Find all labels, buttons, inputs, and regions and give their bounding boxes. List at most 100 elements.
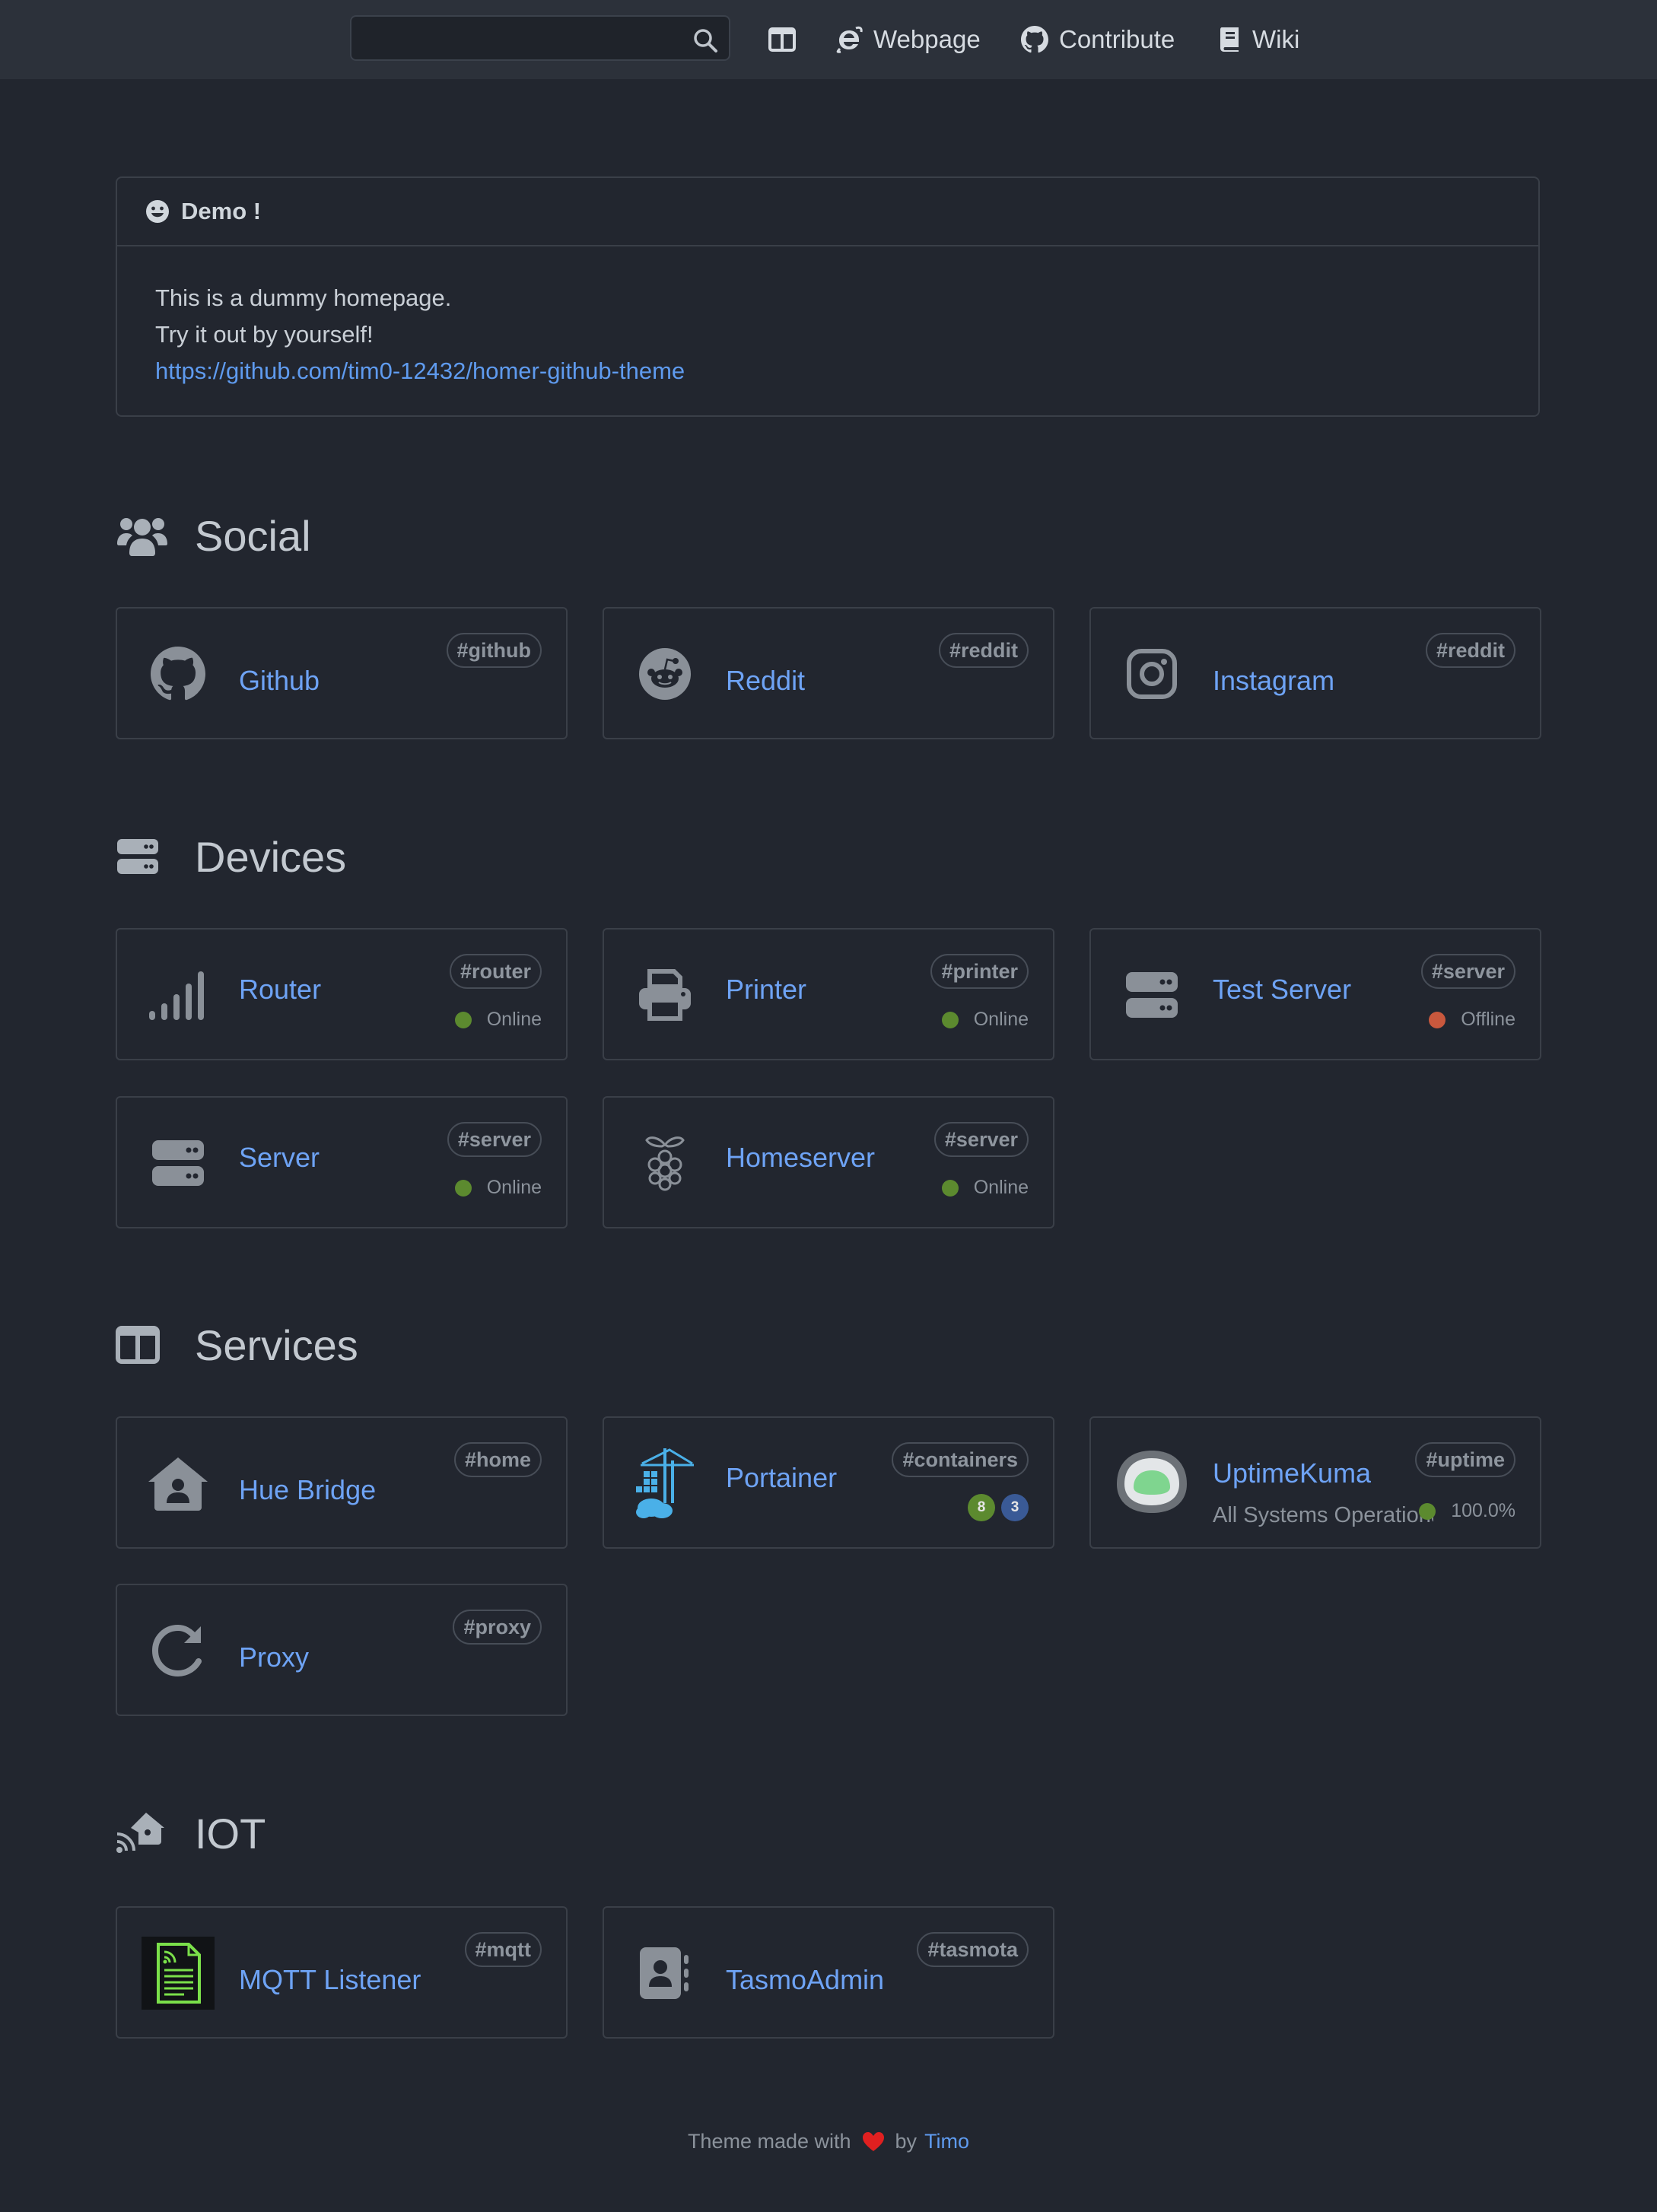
status-text: Online (486, 1009, 542, 1030)
service-tag: #home (453, 1442, 542, 1477)
search-icon[interactable] (692, 27, 718, 53)
service-card-proxy[interactable]: Proxy #proxy (116, 1584, 568, 1716)
service-name: Server (239, 1142, 320, 1173)
service-card-github[interactable]: Github #github (116, 607, 568, 739)
nav-link-label: Webpage (873, 25, 981, 53)
status-dot (1419, 1502, 1436, 1520)
footer: Theme made with by Timo (0, 2130, 1657, 2153)
uptime-indicator: 100.0% (1419, 1500, 1515, 1522)
group-title-text: Devices (195, 832, 347, 881)
message-line: Try it out by yourself! (155, 321, 374, 348)
uptime-percent: 100.0% (1451, 1500, 1515, 1521)
running-count-badge: 8 (968, 1494, 995, 1521)
address-book-icon (640, 1947, 689, 1999)
group-devices: Devices (116, 826, 346, 887)
status-text: Offline (1461, 1009, 1515, 1030)
service-tag: #server (447, 1122, 542, 1157)
service-name: Homeserver (726, 1142, 876, 1173)
service-name: UptimeKuma (1213, 1457, 1372, 1489)
demo-message: Demo ! This is a dummy homepage. Try it … (116, 176, 1540, 417)
internet-explorer-icon (836, 26, 863, 53)
service-card-printer[interactable]: Printer #printer Online (603, 928, 1054, 1060)
service-tag: #printer (930, 954, 1029, 989)
service-name: Portainer (726, 1462, 838, 1493)
house-user-icon (148, 1457, 208, 1511)
service-card-hue-bridge[interactable]: Hue Bridge #home (116, 1416, 568, 1549)
columns-icon (116, 1326, 160, 1364)
group-social: Social (116, 505, 311, 566)
group-title-text: Services (195, 1321, 358, 1369)
service-name: Printer (726, 974, 807, 1005)
instagram-icon (1127, 649, 1177, 699)
service-tag: #containers (892, 1442, 1029, 1477)
footer-by: by (895, 2130, 918, 2153)
service-card-uptimekuma[interactable]: UptimeKuma All Systems Operational #upti… (1089, 1416, 1541, 1549)
status-text: Online (973, 1009, 1029, 1030)
status-dot (454, 1179, 472, 1197)
service-name: MQTT Listener (239, 1964, 421, 1995)
portainer-icon (636, 1448, 694, 1518)
message-body: This is a dummy homepage. Try it out by … (117, 246, 1538, 389)
message-line: This is a dummy homepage. (155, 284, 452, 311)
service-tag: #mqtt (464, 1932, 542, 1967)
repo-link[interactable]: https://github.com/tim0-12432/homer-gith… (155, 358, 685, 384)
status-dot (454, 1011, 472, 1028)
service-tag: #server (1420, 954, 1515, 989)
service-name: Router (239, 974, 322, 1005)
group-title-text: Social (195, 511, 311, 560)
service-name: Test Server (1213, 974, 1352, 1005)
service-tag: #reddit (1425, 633, 1515, 668)
columns-icon (768, 27, 796, 52)
reddit-icon (639, 648, 691, 700)
service-card-router[interactable]: Router #router Online (116, 928, 568, 1060)
status-text: Online (973, 1177, 1029, 1198)
search-box[interactable] (350, 15, 730, 61)
service-tag: #proxy (453, 1610, 542, 1645)
status-dot (941, 1011, 959, 1028)
service-tag: #router (449, 954, 542, 989)
message-header: Demo ! (117, 178, 1538, 246)
group-title-text: IOT (195, 1809, 266, 1858)
server-icon (152, 1140, 204, 1186)
navbar: Webpage Contribute Wiki (0, 0, 1657, 79)
author-link[interactable]: Timo (924, 2130, 969, 2153)
server-icon (1126, 972, 1178, 1018)
nav-link-wiki[interactable]: Wiki (1219, 21, 1299, 58)
service-tag: #server (933, 1122, 1029, 1157)
service-card-portainer[interactable]: Portainer #containers 8 3 (603, 1416, 1054, 1549)
status-dot (941, 1179, 959, 1197)
printer-icon (639, 969, 691, 1021)
nav-link-label: Wiki (1252, 25, 1300, 53)
service-subtitle: All Systems Operational (1213, 1503, 1433, 1527)
status-indicator: Online (454, 1177, 542, 1199)
service-name: Reddit (726, 665, 806, 696)
service-tag: #tasmota (917, 1932, 1029, 1967)
heart-icon (862, 2131, 884, 2151)
nav-link-contribute[interactable]: Contribute (1021, 21, 1175, 58)
service-card-test-server[interactable]: Test Server #server Offline (1089, 928, 1541, 1060)
nav-link-webpage[interactable]: Webpage (835, 21, 981, 58)
service-name: Github (239, 665, 320, 696)
nav-link-label: Contribute (1059, 25, 1175, 53)
status-text: Online (486, 1177, 542, 1198)
stopped-count-badge: 3 (1001, 1494, 1029, 1521)
footer-text: Theme made with (687, 2130, 851, 2153)
signal-icon (149, 971, 204, 1020)
layout-toggle-button[interactable] (768, 21, 806, 58)
service-tag: #reddit (938, 633, 1029, 668)
service-card-server[interactable]: Server #server Online (116, 1096, 568, 1228)
service-tag: #github (446, 633, 542, 668)
service-card-mqtt-listener[interactable]: MQTT Listener #mqtt (116, 1906, 568, 2039)
raspberry-pi-icon (645, 1136, 685, 1191)
users-icon (117, 518, 167, 556)
smile-icon (146, 200, 169, 223)
service-card-reddit[interactable]: Reddit #reddit (603, 607, 1054, 739)
service-card-instagram[interactable]: Instagram #reddit (1089, 607, 1541, 739)
service-card-tasmoadmin[interactable]: TasmoAdmin #tasmota (603, 1906, 1054, 2039)
search-input[interactable] (361, 23, 680, 53)
status-dot (1429, 1011, 1446, 1028)
service-card-homeserver[interactable]: Homeserver #server Online (603, 1096, 1054, 1228)
uptime-kuma-icon (1117, 1451, 1187, 1513)
container-counts: 8 3 (962, 1494, 1029, 1521)
house-signal-icon (116, 1813, 164, 1853)
